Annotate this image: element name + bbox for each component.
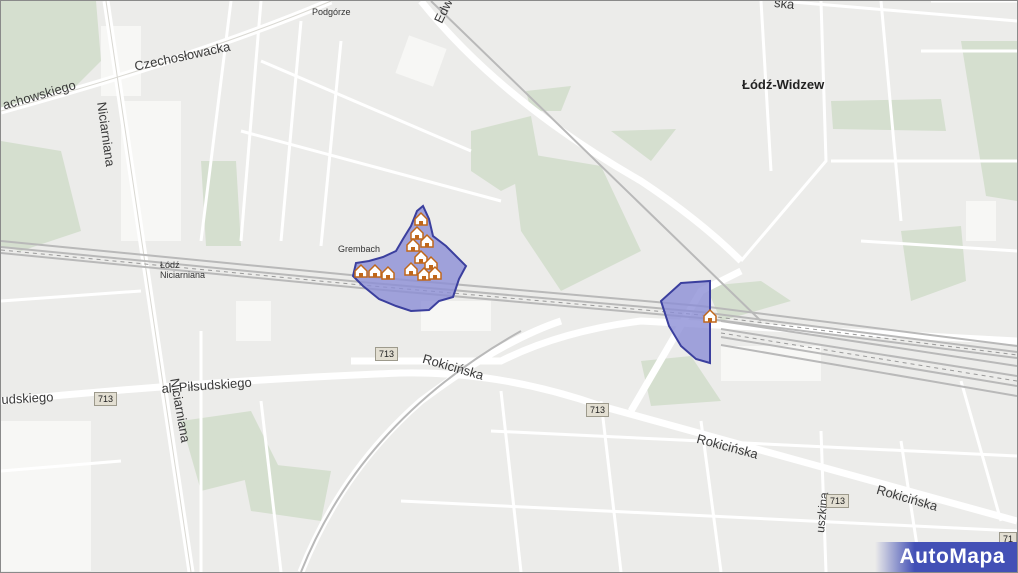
street-label: udskiego xyxy=(1,389,54,407)
street-label: ska xyxy=(773,0,796,13)
map-canvas[interactable]: Łódź-Widzew Podgórze Grembach Łódź Nicia… xyxy=(0,0,1018,573)
road-shield: 713 xyxy=(375,347,399,361)
automapa-logo[interactable]: AutoMapa xyxy=(875,542,1017,572)
logo-text: AutoMapa xyxy=(899,545,1005,568)
road-shield: 713 xyxy=(586,403,610,417)
map-base xyxy=(1,1,1017,572)
main-roads xyxy=(1,1,1017,572)
road-shield: 713 xyxy=(94,392,118,406)
highlight-area xyxy=(351,204,468,313)
place-label: Łódź Niciarniana xyxy=(160,260,206,280)
place-label: Podgórze xyxy=(312,7,351,17)
road-shield: 713 xyxy=(826,494,850,508)
district-label: Łódź-Widzew xyxy=(742,77,825,92)
place-label: Grembach xyxy=(338,244,381,254)
